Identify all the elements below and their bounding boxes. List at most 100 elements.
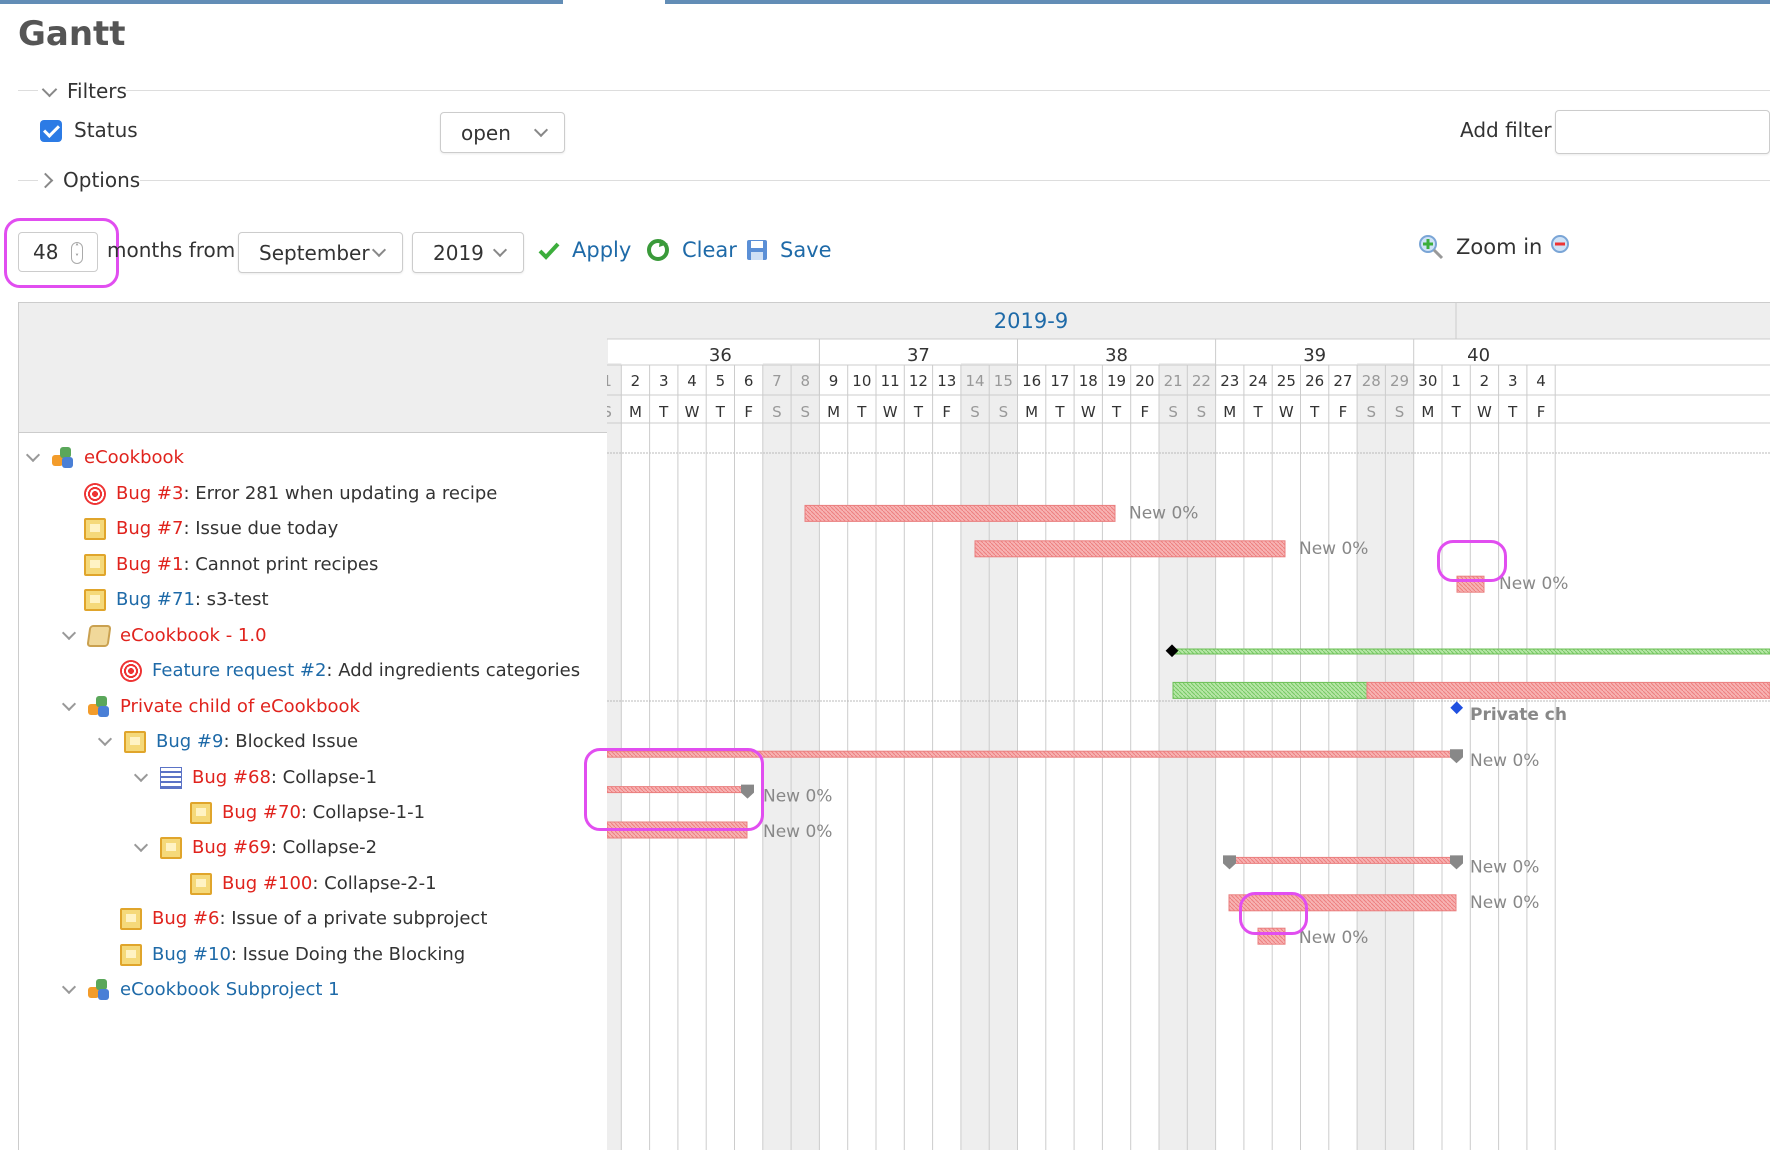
month-value: September — [259, 240, 370, 265]
subject-row-bug-71[interactable]: Bug #71 : s3-test — [84, 582, 269, 617]
status-filter-checkbox[interactable] — [40, 120, 62, 142]
subject-row-bug-9[interactable]: Bug #9 : Blocked Issue — [97, 724, 358, 759]
project-icon — [88, 978, 110, 1001]
top-tab-bar — [0, 0, 1770, 4]
subject-row-bug-70[interactable]: Bug #70 : Collapse-1-1 — [190, 795, 425, 830]
weekday-letter: T — [1111, 403, 1122, 421]
zoom-in-button[interactable]: Zoom in — [1418, 234, 1542, 260]
day-number: 22 — [1192, 372, 1211, 390]
chevron-down-icon — [371, 242, 387, 257]
bar-status-label: New 0% — [1299, 928, 1368, 948]
day-number: 13 — [937, 372, 956, 390]
filters-toggle[interactable]: Filters — [40, 79, 127, 103]
version-link[interactable]: eCookbook - 1.0 — [120, 625, 267, 646]
chevron-down-icon[interactable] — [61, 625, 77, 640]
issue-link[interactable]: Feature request #2 — [152, 660, 326, 681]
day-number: 3 — [659, 372, 669, 390]
status-operator-select[interactable]: open — [440, 112, 565, 153]
apply-label: Apply — [572, 238, 632, 262]
weekday-letter: M — [629, 403, 642, 421]
issue-link[interactable]: Bug #100 — [222, 873, 312, 894]
zoom-out-icon[interactable] — [1548, 234, 1570, 260]
gantt-subjects-header — [19, 303, 608, 433]
subject-row-version-1-0[interactable]: eCookbook - 1.0 — [61, 618, 267, 653]
save-label: Save — [780, 238, 832, 262]
subject-row-bug-1[interactable]: Bug #1 : Cannot print recipes — [84, 547, 378, 582]
subject-row-ecookbook-subproject-1[interactable]: eCookbook Subproject 1 — [61, 972, 340, 1007]
issue-link[interactable]: Bug #3 — [116, 483, 183, 504]
issue-link[interactable]: Bug #68 — [192, 767, 271, 788]
subject-row-ecookbook[interactable]: eCookbook — [25, 440, 184, 475]
day-number: 27 — [1333, 372, 1352, 390]
week-label: 40 — [1467, 345, 1490, 366]
subject-row-bug-6[interactable]: Bug #6 : Issue of a private subproject — [120, 901, 487, 936]
options-toggle[interactable]: Options — [37, 168, 141, 192]
day-number: 6 — [744, 372, 754, 390]
issue-link[interactable]: Bug #6 — [152, 908, 219, 929]
issue-icon — [84, 588, 106, 611]
project-link[interactable]: Private child of eCookbook — [120, 696, 360, 717]
month-select[interactable]: September — [238, 232, 403, 273]
subject-row-bug-3[interactable]: Bug #3 : Error 281 when updating a recip… — [84, 476, 497, 511]
save-button[interactable]: Save — [746, 238, 832, 262]
issue-link[interactable]: Bug #70 — [222, 802, 301, 823]
subject-row-bug-100[interactable]: Bug #100 : Collapse-2-1 — [190, 866, 437, 901]
chevron-down-icon[interactable] — [61, 979, 77, 994]
chevron-down-icon[interactable] — [97, 731, 113, 746]
day-number: 16 — [1022, 372, 1041, 390]
issue-link[interactable]: Bug #71 — [116, 589, 195, 610]
chevron-down-icon — [492, 242, 508, 257]
subject-row-feature-2[interactable]: Feature request #2 : Add ingredients cat… — [120, 653, 580, 688]
subject-row-bug-68[interactable]: Bug #68 : Collapse-1 — [133, 760, 377, 795]
week-label: 38 — [1105, 345, 1128, 366]
year-select[interactable]: 2019 — [412, 232, 524, 273]
issue-icon — [84, 553, 106, 576]
floppy-disk-icon — [747, 240, 767, 260]
month-header-band — [607, 303, 1770, 339]
bar-status-label: New 0% — [1470, 751, 1539, 771]
issue-link[interactable]: Bug #7 — [116, 518, 183, 539]
options-legend: Options — [63, 168, 141, 192]
day-number: 29 — [1390, 372, 1409, 390]
issue-link[interactable]: Bug #9 — [156, 731, 223, 752]
issue-icon — [84, 517, 106, 540]
weekday-letter: S — [970, 403, 980, 421]
status-filter-label: Status — [74, 118, 138, 142]
day-number: 21 — [1164, 372, 1183, 390]
issue-link[interactable]: Bug #69 — [192, 837, 271, 858]
weekday-letter: T — [1309, 403, 1320, 421]
issue-subject: : Error 281 when updating a recipe — [183, 483, 498, 504]
issue-subject: : Collapse-2 — [270, 837, 378, 858]
chevron-down-icon[interactable] — [133, 837, 149, 852]
clear-button[interactable]: Clear — [646, 238, 737, 262]
day-number: 14 — [966, 372, 985, 390]
day-number: 1 — [607, 372, 612, 390]
day-number: 19 — [1107, 372, 1126, 390]
issue-link[interactable]: Bug #10 — [152, 944, 231, 965]
project-icon — [88, 695, 110, 718]
day-number: 7 — [772, 372, 782, 390]
project-link[interactable]: eCookbook — [84, 447, 184, 468]
add-filter-select[interactable] — [1555, 110, 1770, 154]
weekday-letter: T — [1252, 403, 1263, 421]
chevron-down-icon[interactable] — [25, 447, 41, 462]
parent-bar — [1228, 856, 1457, 864]
chevron-down-icon — [41, 81, 58, 97]
issue-link[interactable]: Bug #1 — [116, 554, 183, 575]
subject-row-bug-10[interactable]: Bug #10 : Issue Doing the Blocking — [120, 937, 465, 972]
chevron-down-icon[interactable] — [61, 696, 77, 711]
chevron-down-icon[interactable] — [133, 767, 149, 782]
subject-row-bug-69[interactable]: Bug #69 : Collapse-2 — [133, 830, 378, 865]
weekday-letter: S — [1168, 403, 1178, 421]
day-number: 9 — [829, 372, 839, 390]
bar-status-label: New 0% — [1470, 893, 1539, 913]
checkmark-icon — [538, 242, 560, 260]
project-link[interactable]: eCookbook Subproject 1 — [120, 979, 340, 1000]
day-number: 4 — [1536, 372, 1546, 390]
subject-row-bug-7[interactable]: Bug #7 : Issue due today — [84, 511, 338, 546]
weekday-letter: S — [607, 403, 612, 421]
apply-button[interactable]: Apply — [538, 238, 631, 262]
weekday-letter: F — [1141, 403, 1150, 421]
subject-row-private-child[interactable]: Private child of eCookbook — [61, 689, 360, 724]
filters-fieldset-border-left — [18, 90, 38, 91]
